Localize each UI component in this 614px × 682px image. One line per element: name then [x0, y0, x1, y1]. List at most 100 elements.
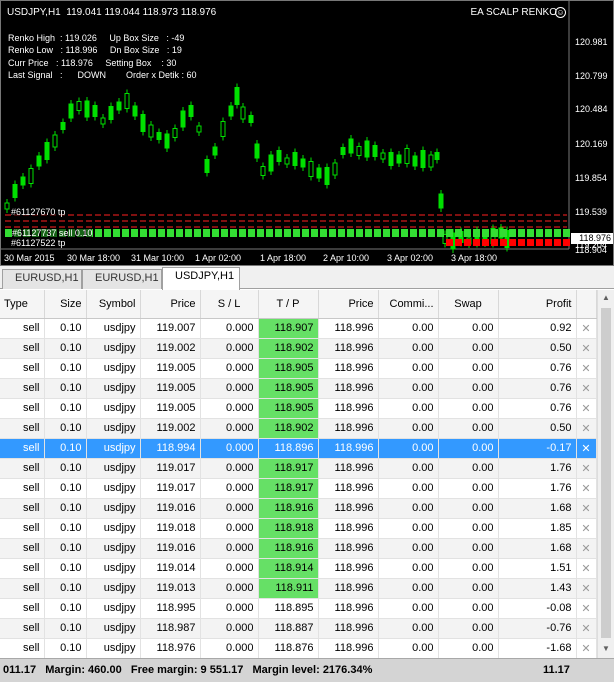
tp-block: [284, 229, 291, 237]
cell-sl: 0.000: [200, 558, 259, 579]
col-header-swap[interactable]: Swap: [438, 290, 499, 319]
cell-sl: 0.000: [200, 438, 259, 459]
table-row[interactable]: sell 0.10 usdjpy 119.014 0.000 118.914 118.996…: [0, 558, 597, 579]
cell-size: 0.10: [44, 558, 87, 579]
close-order-icon[interactable]: ✕: [576, 518, 597, 539]
vertical-scrollbar[interactable]: ▲ ▼: [597, 290, 614, 658]
close-order-icon[interactable]: ✕: [576, 478, 597, 499]
tp-block: [554, 229, 561, 237]
cell-open-price: 119.017: [140, 458, 201, 479]
candle-body: [4, 202, 10, 210]
table-row[interactable]: sell 0.10 usdjpy 118.995 0.000 118.895 118.996…: [0, 598, 597, 619]
tp-block: [509, 229, 516, 237]
cell-size: 0.10: [44, 578, 87, 599]
close-order-icon[interactable]: ✕: [576, 498, 597, 519]
tp-block: [347, 229, 354, 237]
table-row[interactable]: sell 0.10 usdjpy 119.005 0.000 118.905 118.996…: [0, 398, 597, 419]
cell-commission: 0.00: [378, 638, 439, 658]
table-row[interactable]: sell 0.10 usdjpy 119.017 0.000 118.917 118.996…: [0, 478, 597, 499]
table-row[interactable]: sell 0.10 usdjpy 119.002 0.000 118.902 118.996…: [0, 418, 597, 439]
close-order-icon[interactable]: ✕: [576, 578, 597, 599]
col-header-current-price[interactable]: Price: [318, 290, 379, 319]
col-header-type[interactable]: Type: [0, 290, 45, 319]
tab-usdjpy-h1[interactable]: USDJPY,H1: [162, 267, 240, 290]
cell-swap: 0.00: [438, 578, 499, 599]
close-order-icon[interactable]: ✕: [576, 418, 597, 439]
cell-commission: 0.00: [378, 438, 439, 459]
cell-tp: 118.917: [258, 478, 319, 499]
table-row[interactable]: sell 0.10 usdjpy 119.018 0.000 118.918 118.996…: [0, 518, 597, 539]
price-chart[interactable]: USDJPY,H1 119.041 119.044 118.973 118.97…: [0, 0, 614, 266]
candle-body: [156, 132, 162, 140]
close-order-icon[interactable]: ✕: [576, 558, 597, 579]
table-row[interactable]: sell 0.10 usdjpy 119.005 0.000 118.905 118.996…: [0, 378, 597, 399]
table-row[interactable]: sell 0.10 usdjpy 119.005 0.000 118.905 118.996…: [0, 358, 597, 379]
candle-body: [248, 115, 254, 123]
cell-tp: 118.887: [258, 618, 319, 639]
order-label[interactable]: #61127670 tp: [11, 207, 66, 217]
table-row[interactable]: sell 0.10 usdjpy 119.017 0.000 118.917 118.996…: [0, 458, 597, 479]
col-header-size[interactable]: Size: [44, 290, 87, 319]
table-row[interactable]: sell 0.10 usdjpy 118.987 0.000 118.887 118.996…: [0, 618, 597, 639]
table-row[interactable]: sell 0.10 usdjpy 119.002 0.000 118.902 118.996…: [0, 338, 597, 359]
close-order-icon[interactable]: ✕: [576, 618, 597, 639]
close-order-icon[interactable]: ✕: [576, 378, 597, 399]
close-order-icon[interactable]: ✕: [576, 338, 597, 359]
cell-profit: 1.43: [498, 578, 577, 599]
col-header-profit[interactable]: Profit: [498, 290, 577, 319]
table-row[interactable]: sell 0.10 usdjpy 119.016 0.000 118.916 118.996…: [0, 498, 597, 519]
sl-block: [563, 239, 570, 246]
close-order-icon[interactable]: ✕: [576, 458, 597, 479]
time-axis-label: 1 Apr 18:00: [260, 253, 307, 263]
table-row[interactable]: sell 0.10 usdjpy 119.007 0.000 118.907 118.996…: [0, 318, 597, 339]
cell-size: 0.10: [44, 618, 87, 639]
scrollbar-thumb[interactable]: [601, 308, 611, 638]
cell-open-price: 119.013: [140, 578, 201, 599]
close-order-icon[interactable]: ✕: [576, 318, 597, 339]
tp-block: [248, 229, 255, 237]
close-order-icon[interactable]: ✕: [576, 358, 597, 379]
cell-swap: 0.00: [438, 338, 499, 359]
time-axis-label: 1 Apr 02:00: [195, 253, 242, 263]
tab-eurusd-h1[interactable]: EURUSD,H1: [2, 269, 82, 289]
cell-type: sell: [0, 638, 45, 658]
col-header-price[interactable]: Price: [140, 290, 201, 319]
candle-body: [348, 138, 354, 154]
order-label[interactable]: #61127737 sell 0.10: [12, 228, 93, 238]
price-axis-label: 119.854: [575, 173, 607, 183]
col-header-tp[interactable]: T / P: [258, 290, 319, 319]
close-order-icon[interactable]: ✕: [576, 398, 597, 419]
cell-commission: 0.00: [378, 498, 439, 519]
candle-body: [434, 152, 440, 160]
candle-body: [396, 154, 402, 164]
tp-block: [392, 229, 399, 237]
cell-type: sell: [0, 358, 45, 379]
table-row[interactable]: sell 0.10 usdjpy 119.013 0.000 118.911 118.996…: [0, 578, 597, 599]
tp-block: [104, 229, 111, 237]
tp-block: [563, 229, 570, 237]
table-row[interactable]: sell 0.10 usdjpy 118.994 0.000 118.896 118.996…: [0, 438, 597, 459]
col-header-symbol[interactable]: Symbol: [86, 290, 141, 319]
candle-body: [388, 152, 394, 166]
cell-open-price: 119.007: [140, 318, 201, 339]
close-order-icon[interactable]: ✕: [576, 538, 597, 559]
table-row[interactable]: sell 0.10 usdjpy 118.976 0.000 118.876 118.996…: [0, 638, 597, 658]
col-header-sl[interactable]: S / L: [200, 290, 259, 319]
terminal-window: USDJPY,H1 119.041 119.044 118.973 118.97…: [0, 0, 614, 682]
cell-sl: 0.000: [200, 378, 259, 399]
order-label[interactable]: #61127522 tp: [11, 238, 66, 248]
cell-size: 0.10: [44, 598, 87, 619]
candle-body: [116, 101, 122, 111]
cell-swap: 0.00: [438, 458, 499, 479]
col-header-commission[interactable]: Commi...: [378, 290, 439, 319]
candle-body: [92, 105, 98, 117]
close-order-icon[interactable]: ✕: [576, 438, 597, 459]
tab-eurusd-h1-2[interactable]: EURUSD,H1: [82, 269, 162, 289]
scroll-up-icon[interactable]: ▲: [598, 290, 614, 306]
close-order-icon[interactable]: ✕: [576, 598, 597, 619]
close-order-icon[interactable]: ✕: [576, 638, 597, 658]
table-row[interactable]: sell 0.10 usdjpy 119.016 0.000 118.916 118.996…: [0, 538, 597, 559]
cell-symbol: usdjpy: [86, 478, 141, 499]
candle-body: [292, 152, 298, 166]
scroll-down-icon[interactable]: ▼: [598, 641, 614, 657]
